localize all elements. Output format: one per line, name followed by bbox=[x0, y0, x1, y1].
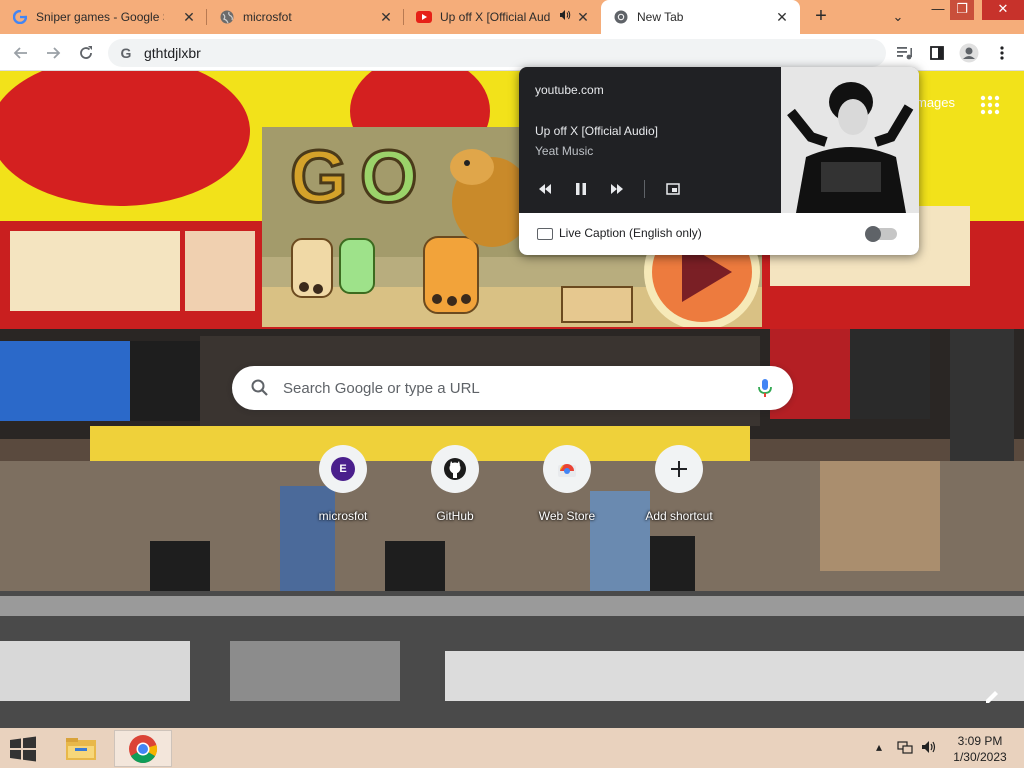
tab-up-off-x[interactable]: Up off X [Official Aud ✕ bbox=[404, 0, 601, 34]
tab-title: Sniper games - Google Se bbox=[36, 10, 164, 24]
forward-arrow-icon[interactable] bbox=[40, 40, 66, 66]
control-divider bbox=[644, 180, 645, 198]
google-icon: G bbox=[120, 45, 132, 61]
globe-icon bbox=[219, 9, 235, 25]
live-caption-toggle[interactable] bbox=[865, 226, 897, 242]
tab-microsfot[interactable]: microsfot ✕ bbox=[207, 0, 404, 34]
windows-start-icon[interactable] bbox=[8, 736, 38, 762]
github-icon bbox=[431, 445, 479, 493]
images-link[interactable]: mages bbox=[916, 95, 955, 110]
next-track-icon[interactable] bbox=[605, 177, 629, 201]
live-caption-label: Live Caption (English only) bbox=[559, 226, 702, 240]
search-icon bbox=[250, 378, 270, 398]
speaker-icon[interactable] bbox=[559, 9, 571, 24]
toggle-knob bbox=[865, 226, 881, 242]
microphone-icon[interactable] bbox=[757, 378, 773, 398]
shortcut-letter: E bbox=[339, 463, 347, 475]
browser-toolbar: G gthtdjlxbr bbox=[0, 34, 1024, 71]
chrome-taskbar-icon[interactable] bbox=[114, 730, 172, 767]
shortcut-microsfot[interactable]: E microsfot bbox=[287, 441, 399, 531]
side-panel-icon[interactable] bbox=[924, 40, 950, 66]
close-tab-icon[interactable]: ✕ bbox=[181, 9, 197, 25]
network-icon[interactable] bbox=[897, 740, 913, 757]
tab-title: microsfot bbox=[243, 10, 292, 24]
windows-taskbar: ▴ 3:09 PM 1/30/2023 bbox=[0, 728, 1024, 768]
tab-sniper-games[interactable]: Sniper games - Google Se ✕ bbox=[0, 0, 207, 34]
system-clock[interactable]: 3:09 PM 1/30/2023 bbox=[950, 733, 1010, 765]
shortcut-add[interactable]: Add shortcut bbox=[623, 441, 735, 531]
shortcut-label: GitHub bbox=[436, 509, 474, 523]
tab-search-chevron-icon[interactable]: ⌄ bbox=[888, 7, 908, 27]
svg-text:O: O bbox=[360, 135, 418, 218]
close-tab-icon[interactable]: ✕ bbox=[774, 9, 790, 25]
previous-track-icon[interactable] bbox=[533, 177, 557, 201]
back-arrow-icon[interactable] bbox=[8, 40, 34, 66]
tab-title: New Tab bbox=[637, 10, 684, 24]
letter-e-icon: E bbox=[319, 445, 367, 493]
album-artwork bbox=[781, 67, 919, 213]
live-caption-row: Live Caption (English only) bbox=[519, 213, 919, 255]
shortcut-github[interactable]: GitHub bbox=[399, 441, 511, 531]
close-tab-icon[interactable]: ✕ bbox=[575, 9, 591, 25]
address-bar-text: gthtdjlxbr bbox=[144, 45, 201, 61]
shortcut-label: Web Store bbox=[538, 509, 596, 523]
pause-icon[interactable] bbox=[569, 177, 593, 201]
show-hidden-icons-caret-icon[interactable]: ▴ bbox=[876, 740, 882, 754]
plus-icon bbox=[655, 445, 703, 493]
address-bar[interactable]: G gthtdjlxbr bbox=[108, 39, 886, 67]
minimize-window-icon[interactable]: — bbox=[924, 0, 952, 20]
volume-icon[interactable] bbox=[921, 740, 937, 757]
reload-icon[interactable] bbox=[73, 40, 99, 66]
close-window-icon[interactable]: ✕ bbox=[982, 0, 1024, 20]
tab-new-tab[interactable]: New Tab ✕ bbox=[601, 0, 800, 34]
more-menu-icon[interactable] bbox=[989, 40, 1015, 66]
shortcut-label: microsfot bbox=[318, 509, 368, 523]
clock-time: 3:09 PM bbox=[957, 734, 1003, 748]
media-title: Up off X [Official Audio] bbox=[535, 124, 658, 138]
svg-text:G: G bbox=[290, 135, 348, 218]
shortcut-label: Add shortcut bbox=[645, 509, 713, 523]
media-origin: youtube.com bbox=[535, 83, 604, 97]
tab-title: Up off X [Official Aud bbox=[440, 10, 551, 24]
file-explorer-icon[interactable] bbox=[52, 730, 110, 767]
global-media-controls: youtube.com Up off X [Official Audio] Ye… bbox=[519, 67, 919, 255]
search-input[interactable] bbox=[283, 366, 743, 410]
youtube-icon bbox=[416, 9, 432, 25]
google-icon bbox=[12, 9, 28, 25]
chrome-icon bbox=[613, 9, 629, 25]
google-apps-grid-icon[interactable] bbox=[980, 95, 1000, 115]
closed-caption-icon bbox=[537, 228, 553, 240]
search-box[interactable] bbox=[232, 366, 793, 410]
restore-window-icon[interactable]: ❐ bbox=[950, 0, 974, 20]
tab-strip: Sniper games - Google Se ✕ microsfot ✕ U… bbox=[0, 0, 1024, 34]
media-artist: Yeat Music bbox=[535, 144, 594, 158]
close-tab-icon[interactable]: ✕ bbox=[378, 9, 394, 25]
clock-date: 1/30/2023 bbox=[953, 750, 1007, 764]
customize-pencil-icon[interactable] bbox=[976, 683, 1008, 711]
new-tab-plus-icon[interactable]: + bbox=[808, 5, 834, 29]
media-control-icon[interactable] bbox=[892, 40, 918, 66]
profile-avatar-icon[interactable] bbox=[956, 40, 982, 66]
picture-in-picture-icon[interactable] bbox=[661, 177, 685, 201]
web-store-icon bbox=[543, 445, 591, 493]
shortcut-web-store[interactable]: Web Store bbox=[511, 441, 623, 531]
